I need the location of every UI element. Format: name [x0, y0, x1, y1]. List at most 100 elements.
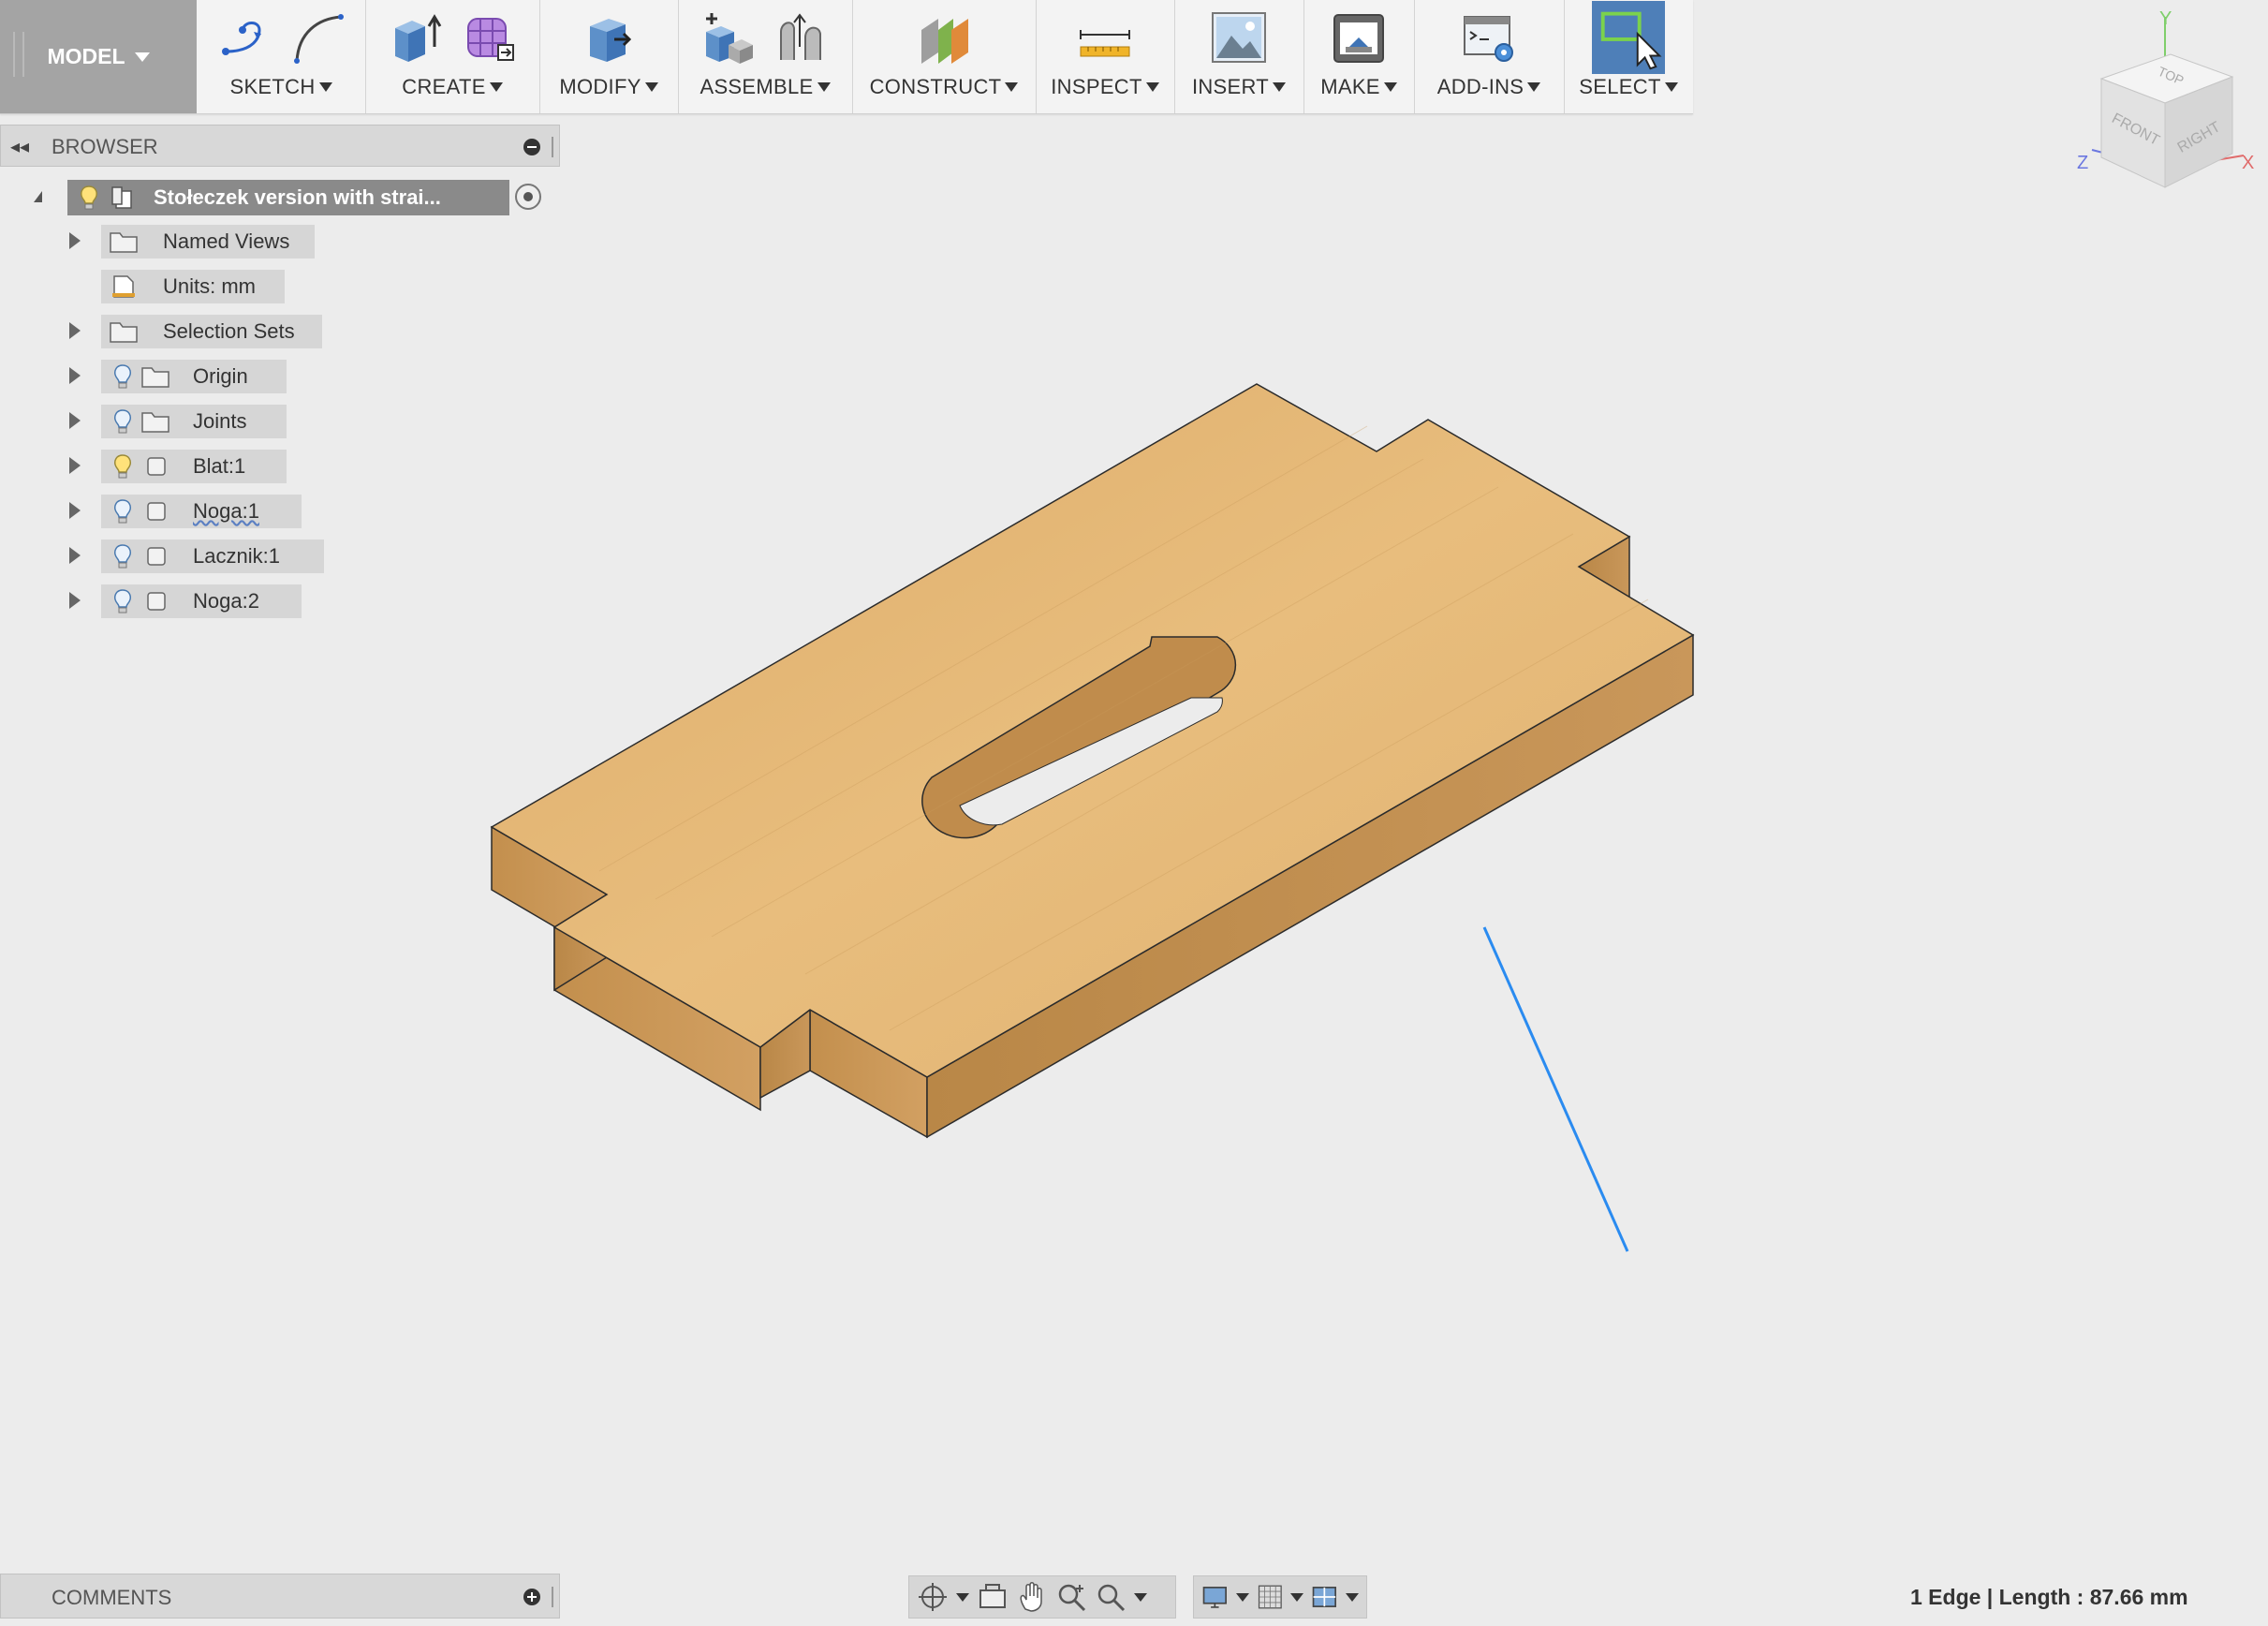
navigation-bar — [908, 1575, 1176, 1619]
selected-edge[interactable] — [1482, 926, 1629, 1252]
browser-item-noga-2[interactable]: Noga:2 — [101, 584, 302, 618]
browser-item-named-views[interactable]: Named Views — [101, 225, 315, 259]
joint-icon[interactable] — [773, 9, 830, 66]
pan-hand-icon[interactable] — [1016, 1581, 1048, 1613]
expand-toggle-noga-1[interactable] — [69, 502, 81, 519]
grid-dropdown-icon[interactable] — [1290, 1592, 1304, 1602]
measure-icon[interactable] — [1077, 9, 1133, 66]
chevron-down-icon — [1664, 82, 1678, 92]
zoom-dropdown-icon[interactable] — [1134, 1592, 1147, 1602]
chevron-down-icon — [817, 82, 831, 92]
expand-toggle-lacznik[interactable] — [69, 547, 81, 564]
comments-panel-header[interactable]: COMMENTS — [0, 1574, 560, 1619]
toolbar-sketch[interactable]: SKETCH — [197, 0, 366, 113]
visibility-bulb-icon[interactable] — [112, 363, 133, 390]
component-icon — [147, 592, 166, 611]
viewports-dropdown-icon[interactable] — [1346, 1592, 1360, 1602]
look-at-icon[interactable] — [977, 1581, 1009, 1613]
toolbar-make[interactable]: MAKE — [1303, 0, 1415, 113]
viewports-icon[interactable] — [1311, 1581, 1338, 1613]
chevron-down-icon — [1383, 82, 1397, 92]
offset-plane-icon[interactable] — [916, 9, 972, 66]
workspace-switcher[interactable]: MODEL — [0, 0, 197, 113]
fit-zoom-icon[interactable] — [1095, 1581, 1127, 1613]
new-component-icon[interactable] — [700, 9, 757, 66]
axis-z-label: Z — [2077, 153, 2088, 173]
toolbar-label: MAKE — [1320, 75, 1380, 98]
folder-icon — [110, 322, 138, 343]
scripts-addins-icon[interactable] — [1461, 9, 1517, 66]
toolbar-assemble[interactable]: ASSEMBLE — [678, 0, 853, 113]
display-settings-icon[interactable] — [1201, 1581, 1229, 1613]
press-pull-icon[interactable] — [581, 9, 637, 66]
panel-grip[interactable] — [552, 1587, 553, 1607]
insert-image-icon[interactable] — [1211, 9, 1267, 66]
toolbar-label: MODIFY — [559, 75, 641, 98]
extrude-icon[interactable] — [388, 9, 444, 66]
toolbar-construct[interactable]: CONSTRUCT — [852, 0, 1037, 113]
browser-root-node[interactable]: Stołeczek version with strai... — [67, 180, 509, 215]
component-icon — [147, 502, 166, 521]
browser-item-joints[interactable]: Joints — [101, 405, 287, 438]
toolbar-label: ADD-INS — [1436, 75, 1524, 98]
toolbar-label: INSPECT — [1051, 75, 1142, 98]
visibility-bulb-icon[interactable] — [79, 185, 99, 211]
browser-item-origin[interactable]: Origin — [101, 360, 287, 393]
browser-item-label: Units: mm — [163, 274, 256, 298]
expand-toggle-selection-sets[interactable] — [69, 322, 81, 339]
expand-toggle-named-views[interactable] — [69, 232, 81, 249]
activate-radio-button[interactable] — [515, 184, 541, 210]
expand-toggle-blat[interactable] — [69, 457, 81, 474]
collapse-panel-icon[interactable]: ◂◂ — [10, 135, 29, 158]
toolbar-label: SELECT — [1579, 75, 1661, 98]
toolbar-add-ins[interactable]: ADD-INS — [1414, 0, 1565, 113]
toolbar-inspect[interactable]: INSPECT — [1036, 0, 1175, 113]
toolbar-modify[interactable]: MODIFY — [539, 0, 679, 113]
wooden-part-blat[interactable] — [490, 383, 1695, 1139]
create-sketch-icon[interactable] — [216, 9, 272, 66]
toolbar-select[interactable]: SELECT — [1564, 0, 1693, 113]
toolbar-insert[interactable]: INSERT — [1174, 0, 1304, 113]
3d-viewport[interactable] — [0, 0, 2268, 1626]
expand-toggle-root[interactable] — [34, 191, 42, 202]
browser-item-label: Joints — [193, 409, 247, 433]
toolbar-label: CONSTRUCT — [869, 75, 1002, 98]
zoom-icon[interactable] — [1055, 1581, 1087, 1613]
toolbar-create[interactable]: CREATE — [365, 0, 540, 113]
browser-item-label: Named Views — [163, 229, 290, 253]
expand-toggle-origin[interactable] — [69, 367, 81, 384]
toolbar-label: CREATE — [402, 75, 486, 98]
expand-toggle-noga-2[interactable] — [69, 592, 81, 609]
select-icon[interactable] — [1592, 1, 1665, 74]
viewcube[interactable]: Y Z X TOP FRONT RIGHT — [2060, 0, 2268, 215]
workspace-label: MODEL — [47, 44, 125, 68]
visibility-bulb-icon[interactable] — [112, 588, 133, 614]
document-component-icon — [111, 186, 132, 209]
folder-icon — [110, 232, 138, 253]
orbit-dropdown-icon[interactable] — [956, 1592, 969, 1602]
browser-item-units[interactable]: Units: mm — [101, 270, 285, 303]
chevron-down-icon — [489, 82, 503, 92]
arc-icon[interactable] — [289, 9, 346, 66]
orbit-icon[interactable] — [917, 1581, 949, 1613]
browser-title: BROWSER — [52, 135, 158, 158]
browser-item-blat[interactable]: Blat:1 — [101, 450, 287, 483]
3d-print-icon[interactable] — [1331, 9, 1387, 66]
visibility-bulb-icon[interactable] — [112, 408, 133, 435]
document-settings-icon — [112, 275, 135, 298]
expand-toggle-joints[interactable] — [69, 412, 81, 429]
browser-item-noga-1[interactable]: Noga:1 — [101, 495, 302, 528]
display-dropdown-icon[interactable] — [1235, 1592, 1249, 1602]
add-comment-icon[interactable] — [523, 1589, 540, 1605]
visibility-bulb-icon[interactable] — [112, 543, 133, 569]
form-icon[interactable] — [461, 9, 517, 66]
minimize-browser-icon[interactable] — [523, 139, 540, 155]
visibility-bulb-icon[interactable] — [112, 453, 133, 480]
visibility-bulb-icon[interactable] — [112, 498, 133, 525]
toolbar-grip[interactable] — [13, 32, 24, 77]
panel-grip[interactable] — [552, 137, 553, 157]
browser-item-selection-sets[interactable]: Selection Sets — [101, 315, 322, 348]
comments-title: COMMENTS — [52, 1586, 172, 1609]
browser-item-lacznik[interactable]: Lacznik:1 — [101, 540, 324, 573]
grid-icon[interactable] — [1257, 1581, 1284, 1613]
